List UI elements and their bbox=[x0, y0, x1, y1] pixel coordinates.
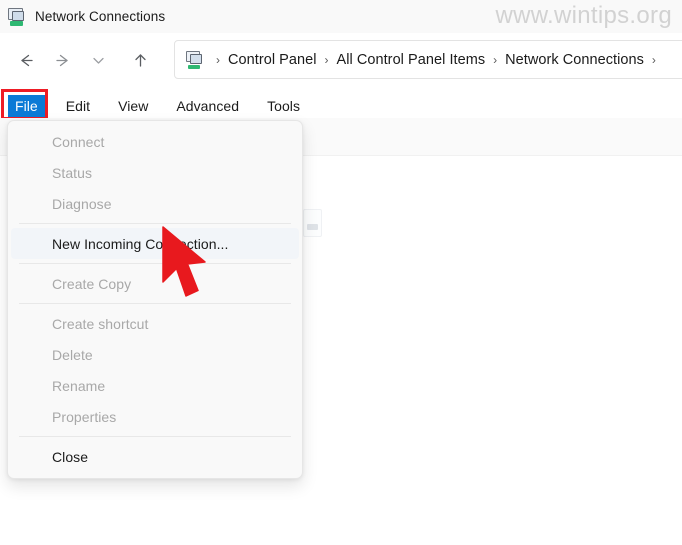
menu-items-group: Edit View Advanced Tools bbox=[59, 95, 307, 118]
site-watermark: www.wintips.org bbox=[495, 2, 672, 29]
menu-item-file[interactable]: File bbox=[8, 95, 45, 118]
menu-separator bbox=[19, 263, 291, 264]
menu-separator bbox=[19, 436, 291, 437]
breadcrumb-separator: › bbox=[493, 52, 498, 67]
breadcrumb[interactable]: › Control Panel › All Control Panel Item… bbox=[174, 40, 682, 79]
menu-item-tools[interactable]: Tools bbox=[260, 95, 307, 118]
back-arrow-icon[interactable] bbox=[8, 43, 44, 77]
menu-option-create-copy[interactable]: Create Copy bbox=[11, 268, 299, 299]
menu-option-connect[interactable]: Connect bbox=[11, 126, 299, 157]
menu-option-status[interactable]: Status bbox=[11, 157, 299, 188]
menu-item-view[interactable]: View bbox=[111, 95, 155, 118]
menu-separator bbox=[19, 303, 291, 304]
breadcrumb-item-control-panel[interactable]: Control Panel bbox=[228, 52, 317, 68]
menu-option-create-shortcut[interactable]: Create shortcut bbox=[11, 308, 299, 339]
breadcrumb-separator: › bbox=[324, 52, 329, 67]
breadcrumb-trailing-separator[interactable]: › bbox=[644, 53, 664, 67]
menu-item-advanced[interactable]: Advanced bbox=[169, 95, 246, 118]
menu-file-wrapper: File bbox=[1, 89, 48, 120]
menu-item-edit[interactable]: Edit bbox=[59, 95, 97, 118]
menu-option-delete[interactable]: Delete bbox=[11, 339, 299, 370]
navigation-bar: › Control Panel › All Control Panel Item… bbox=[0, 33, 682, 87]
menu-separator bbox=[19, 223, 291, 224]
up-arrow-icon[interactable] bbox=[122, 43, 158, 77]
breadcrumb-item-network-connections[interactable]: Network Connections bbox=[505, 52, 644, 68]
menu-option-close[interactable]: Close bbox=[11, 441, 299, 472]
chevron-down-icon[interactable] bbox=[80, 43, 116, 77]
connection-tile[interactable] bbox=[303, 209, 322, 237]
menu-option-diagnose[interactable]: Diagnose bbox=[11, 188, 299, 219]
menu-option-properties[interactable]: Properties bbox=[11, 401, 299, 432]
breadcrumb-network-icon bbox=[185, 50, 204, 69]
menu-option-new-incoming-connection[interactable]: New Incoming Connection... bbox=[11, 228, 299, 259]
breadcrumb-separator: › bbox=[216, 52, 220, 67]
breadcrumb-item-all-control-panel-items[interactable]: All Control Panel Items bbox=[337, 52, 486, 68]
menu-option-rename[interactable]: Rename bbox=[11, 370, 299, 401]
network-connections-icon bbox=[7, 7, 26, 26]
forward-arrow-icon[interactable] bbox=[44, 43, 80, 77]
file-dropdown-menu: Connect Status Diagnose New Incoming Con… bbox=[7, 120, 303, 479]
network-connections-window: Network Connections www.wintips.org › Co… bbox=[0, 0, 682, 545]
window-title: Network Connections bbox=[35, 9, 166, 24]
